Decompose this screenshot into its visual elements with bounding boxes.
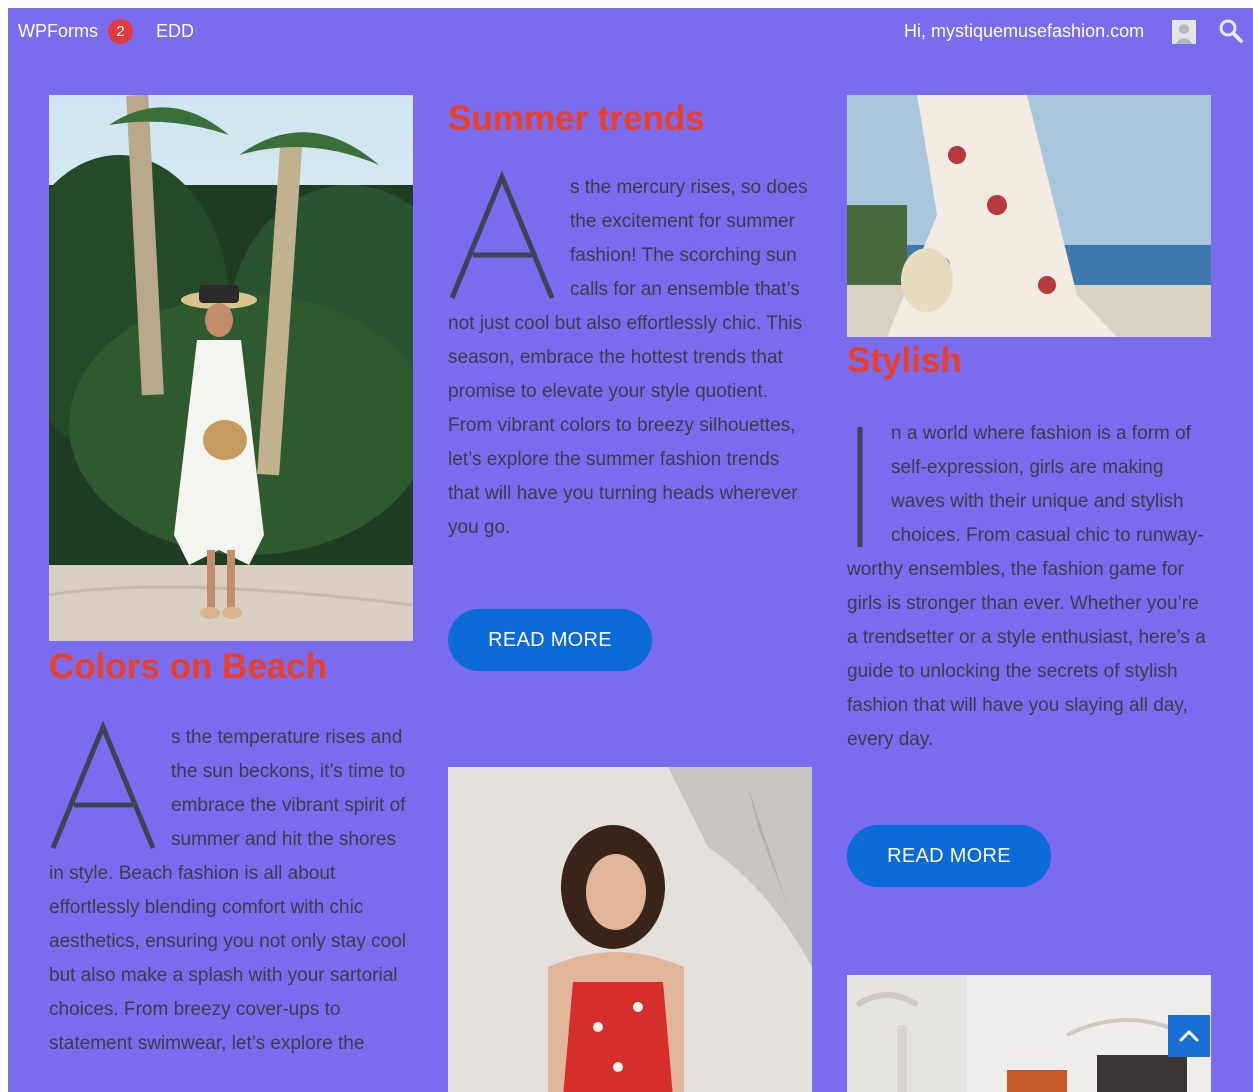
post-excerpt: s the temperature rises and the sun beck… xyxy=(49,721,413,1061)
chevron-up-icon[interactable] xyxy=(1168,1015,1210,1057)
read-more-button[interactable]: READ MORE xyxy=(847,825,1051,887)
avatar-icon[interactable] xyxy=(1172,20,1196,44)
account-greeting[interactable]: Hi, mystiquemusefashion.com xyxy=(904,21,1144,42)
admin-bar: WPForms 2 EDD Hi, mystiquemusefashion.co… xyxy=(8,8,1253,54)
post-title[interactable]: Stylish xyxy=(847,341,962,381)
wpforms-menu[interactable]: WPForms xyxy=(18,21,98,42)
edd-menu[interactable]: EDD xyxy=(156,21,194,42)
page: WPForms 2 EDD Hi, mystiquemusefashion.co… xyxy=(8,8,1253,1092)
post-excerpt: n a world where fashion is a form of sel… xyxy=(847,417,1211,757)
red-dress-photo[interactable] xyxy=(448,767,812,1092)
dropcap-letter xyxy=(448,171,564,305)
dropcap-letter xyxy=(49,721,165,855)
post-title[interactable]: Summer trends xyxy=(448,99,705,139)
read-more-button[interactable]: READ MORE xyxy=(448,609,652,671)
dropcap-letter xyxy=(847,417,887,551)
post-title[interactable]: Colors on Beach xyxy=(49,647,327,687)
post-excerpt: s the mercury rises, so does the excitem… xyxy=(448,171,812,545)
beach-dress-photo[interactable] xyxy=(49,95,413,641)
search-icon[interactable] xyxy=(1218,18,1244,44)
floral-dress-photo[interactable] xyxy=(847,95,1211,337)
clothes-rack-photo[interactable] xyxy=(847,975,1211,1092)
notification-count-badge[interactable]: 2 xyxy=(108,19,133,44)
